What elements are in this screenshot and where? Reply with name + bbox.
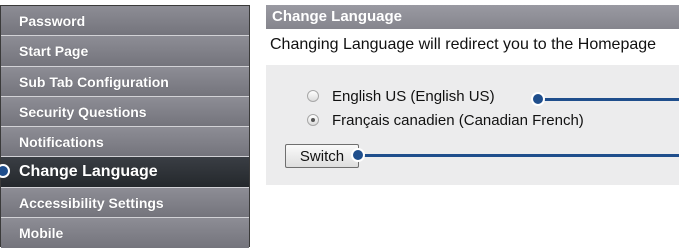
redirect-notice: Changing Language will redirect you to t… (270, 36, 657, 53)
sidebar-item-sub-tab-configuration[interactable]: Sub Tab Configuration (1, 66, 249, 97)
sidebar-item-accessibility-settings[interactable]: Accessibility Settings (1, 187, 249, 218)
radio-english[interactable] (307, 90, 319, 102)
language-option-label: English US (English US) (332, 87, 495, 105)
callout-line-options (540, 98, 679, 101)
sidebar-item-change-language[interactable]: Change Language (1, 157, 249, 188)
callout-marker-options (531, 92, 545, 106)
callout-marker-switch (351, 148, 365, 162)
radio-french[interactable] (307, 114, 319, 126)
callout-line-switch (360, 154, 679, 157)
language-option-french[interactable]: Français canadien (Canadian French) (307, 110, 584, 130)
switch-button[interactable]: Switch (285, 144, 359, 168)
sidebar-item-password[interactable]: Password (1, 6, 249, 37)
language-option-label: Français canadien (Canadian French) (332, 111, 584, 129)
sidebar-item-notifications[interactable]: Notifications (1, 127, 249, 158)
settings-sidebar: Password Start Page Sub Tab Configuratio… (0, 5, 250, 248)
sidebar-item-start-page[interactable]: Start Page (1, 36, 249, 67)
language-option-english[interactable]: English US (English US) (307, 86, 495, 106)
sidebar-item-security-questions[interactable]: Security Questions (1, 96, 249, 127)
panel-title: Change Language (266, 5, 679, 29)
sidebar-item-mobile[interactable]: Mobile (1, 217, 249, 248)
